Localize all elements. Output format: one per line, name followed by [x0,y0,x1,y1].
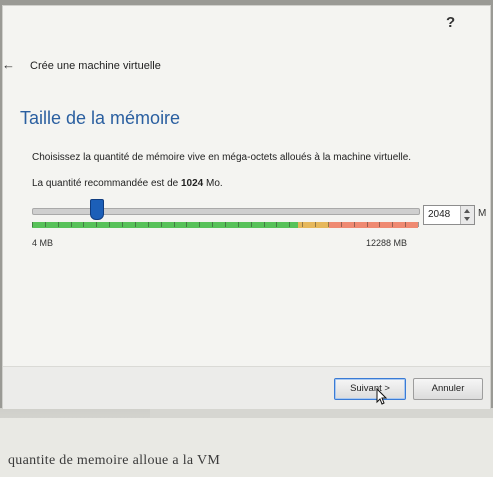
memory-spin-arrows[interactable] [460,206,474,224]
scale-tick [122,222,124,227]
scale-tick [57,222,59,227]
scale-tick [70,222,72,227]
scale-tick [379,222,381,227]
scale-tick [109,222,111,227]
recommended-memory-text: La quantité recommandée est de 1024 Mo. [32,178,223,189]
scale-tick [353,222,355,227]
scale-tick [237,222,239,227]
spin-down-icon[interactable] [464,217,470,221]
scale-tick [366,222,368,227]
scale-tick [134,222,136,227]
scale-tick [315,222,317,227]
scale-tick [250,222,252,227]
help-button[interactable]: ? [446,14,455,31]
memory-unit-label: M [478,208,487,219]
paper-note-text: quantite de memoire alloue a la VM [8,453,221,468]
scale-tick [32,222,33,227]
scale-tick [83,222,85,227]
scale-tick [340,222,342,227]
page-title: Taille de la mémoire [20,108,181,128]
back-arrow-icon[interactable]: ← [2,57,15,72]
scale-tick [418,222,419,227]
memory-description: Choisissez la quantité de mémoire vive e… [32,152,412,163]
memory-size-input[interactable]: 2048 [423,205,475,225]
scale-tick [147,222,149,227]
spin-up-icon[interactable] [464,209,470,213]
wizard-title: Crée une machine virtuelle [30,60,161,72]
scale-tick [392,222,394,227]
scale-tick [263,222,265,227]
scale-tick [212,222,214,227]
memory-max-label: 12288 MB [366,238,408,248]
mouse-cursor-icon [376,388,388,405]
scale-ticks [32,221,419,229]
memory-slider-thumb[interactable] [90,199,105,220]
scale-tick [44,222,46,227]
memory-size-value: 2048 [428,209,451,220]
scale-tick [276,222,278,227]
scale-tick [302,222,304,227]
memory-min-label: 4 MB [32,238,54,248]
scale-tick [225,222,226,227]
scale-tick [173,222,175,227]
cancel-button[interactable]: Annuler [413,378,483,400]
scale-tick [96,222,98,227]
scale-tick [199,222,201,227]
scale-tick [289,222,291,227]
scale-tick [327,222,329,227]
next-button[interactable]: Suivant > [334,378,406,400]
scale-tick [405,222,407,227]
scale-tick [160,222,162,227]
scale-tick [186,222,188,227]
recommended-memory-value: 1024 [180,178,204,189]
